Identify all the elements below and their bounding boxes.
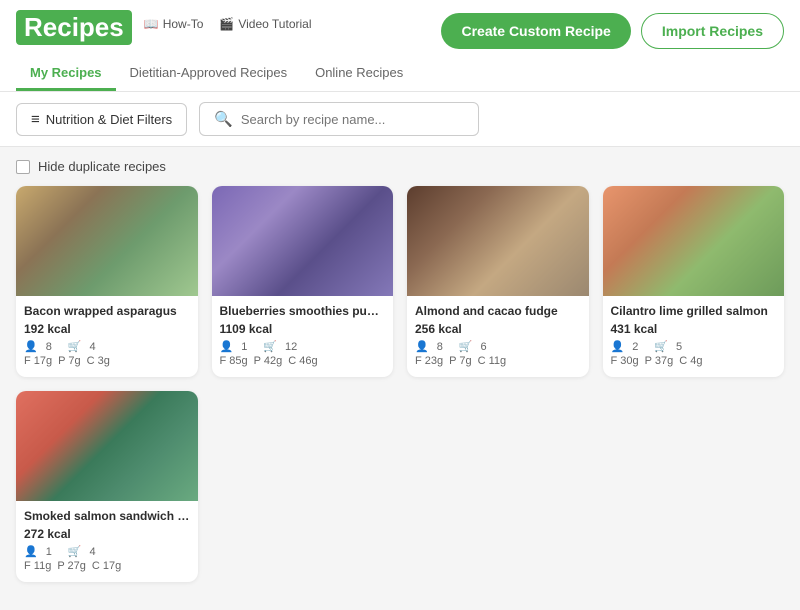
main-tabs: My Recipes Dietitian-Approved Recipes On…: [16, 57, 784, 91]
tab-online-recipes[interactable]: Online Recipes: [301, 57, 417, 91]
recipe-stats-1: 👤 1 🛒 12: [220, 340, 386, 353]
empty-slot-1: [212, 391, 394, 582]
video-tutorial-link[interactable]: 🎬 Video Tutorial: [219, 17, 311, 31]
recipe-macros-3: F 30g P 37g C 4g: [611, 355, 777, 367]
recipe-card-4[interactable]: Smoked salmon sandwich with cu... 272 kc…: [16, 391, 198, 582]
header-buttons: Create Custom Recipe Import Recipes: [441, 13, 784, 49]
filter-icon: ≡: [31, 111, 40, 128]
servings-icon-1: 👤: [220, 340, 234, 353]
how-to-link[interactable]: 📖 How-To: [144, 17, 204, 31]
recipe-card-2[interactable]: Almond and cacao fudge 256 kcal 👤 8 🛒 6 …: [407, 186, 589, 377]
recipe-image-1: [212, 186, 394, 296]
recipe-stats-3: 👤 2 🛒 5: [611, 340, 777, 353]
recipe-macros-0: F 17g P 7g C 3g: [24, 355, 190, 367]
help-links: 📖 How-To 🎬 Video Tutorial: [144, 17, 312, 31]
servings-icon-3: 👤: [611, 340, 625, 353]
hide-duplicates-checkbox[interactable]: [16, 160, 30, 174]
recipe-macros-2: F 23g P 7g C 11g: [415, 355, 581, 367]
recipe-kcal-2: 256 kcal: [415, 322, 581, 336]
cart-icon-0: 🛒: [68, 340, 82, 353]
recipe-name-2: Almond and cacao fudge: [415, 304, 581, 318]
video-icon: 🎬: [219, 17, 234, 31]
recipe-kcal-4: 272 kcal: [24, 527, 190, 541]
recipes-grid: Bacon wrapped asparagus 192 kcal 👤 8 🛒 4…: [16, 186, 784, 377]
tab-my-recipes[interactable]: My Recipes: [16, 57, 116, 91]
recipe-name-4: Smoked salmon sandwich with cu...: [24, 509, 190, 523]
search-icon: 🔍: [214, 110, 233, 128]
recipe-card-1[interactable]: Blueberries smoothies pudding (c... 1109…: [212, 186, 394, 377]
recipe-card-3[interactable]: Cilantro lime grilled salmon 431 kcal 👤 …: [603, 186, 785, 377]
recipe-kcal-0: 192 kcal: [24, 322, 190, 336]
recipe-image-4: [16, 391, 198, 501]
hide-duplicates-row: Hide duplicate recipes: [16, 159, 784, 174]
search-box: 🔍: [199, 102, 479, 136]
cart-icon-2: 🛒: [459, 340, 473, 353]
empty-slot-2: [407, 391, 589, 582]
create-custom-recipe-button[interactable]: Create Custom Recipe: [441, 13, 630, 49]
recipe-name-0: Bacon wrapped asparagus: [24, 304, 190, 318]
toolbar: ≡ Nutrition & Diet Filters 🔍: [0, 92, 800, 147]
recipe-stats-4: 👤 1 🛒 4: [24, 545, 190, 558]
recipe-kcal-1: 1109 kcal: [220, 322, 386, 336]
recipe-macros-1: F 85g P 42g C 46g: [220, 355, 386, 367]
book-icon: 📖: [144, 17, 159, 31]
servings-icon-0: 👤: [24, 340, 38, 353]
recipe-image-2: [407, 186, 589, 296]
recipe-name-1: Blueberries smoothies pudding (c...: [220, 304, 386, 318]
cart-icon-1: 🛒: [263, 340, 277, 353]
cart-icon-4: 🛒: [68, 545, 82, 558]
recipe-image-3: [603, 186, 785, 296]
recipe-image-0: [16, 186, 198, 296]
page-title: Recipes: [16, 10, 132, 45]
recipe-stats-0: 👤 8 🛒 4: [24, 340, 190, 353]
servings-icon-2: 👤: [415, 340, 429, 353]
recipe-name-3: Cilantro lime grilled salmon: [611, 304, 777, 318]
top-bar: Recipes 📖 How-To 🎬 Video Tutorial Create…: [0, 0, 800, 92]
search-input[interactable]: [241, 112, 464, 127]
recipe-kcal-3: 431 kcal: [611, 322, 777, 336]
nutrition-filter-button[interactable]: ≡ Nutrition & Diet Filters: [16, 103, 187, 136]
recipe-macros-4: F 11g P 27g C 17g: [24, 560, 190, 572]
tab-dietitian-recipes[interactable]: Dietitian-Approved Recipes: [116, 57, 302, 91]
recipes-content: Hide duplicate recipes Bacon wrapped asp…: [0, 147, 800, 594]
recipe-stats-2: 👤 8 🛒 6: [415, 340, 581, 353]
hide-duplicates-label: Hide duplicate recipes: [38, 159, 166, 174]
import-recipes-button[interactable]: Import Recipes: [641, 13, 784, 49]
cart-icon-3: 🛒: [654, 340, 668, 353]
empty-slot-3: [603, 391, 785, 582]
recipe-card-0[interactable]: Bacon wrapped asparagus 192 kcal 👤 8 🛒 4…: [16, 186, 198, 377]
servings-icon-4: 👤: [24, 545, 38, 558]
recipes-second-row: Smoked salmon sandwich with cu... 272 kc…: [16, 391, 784, 582]
